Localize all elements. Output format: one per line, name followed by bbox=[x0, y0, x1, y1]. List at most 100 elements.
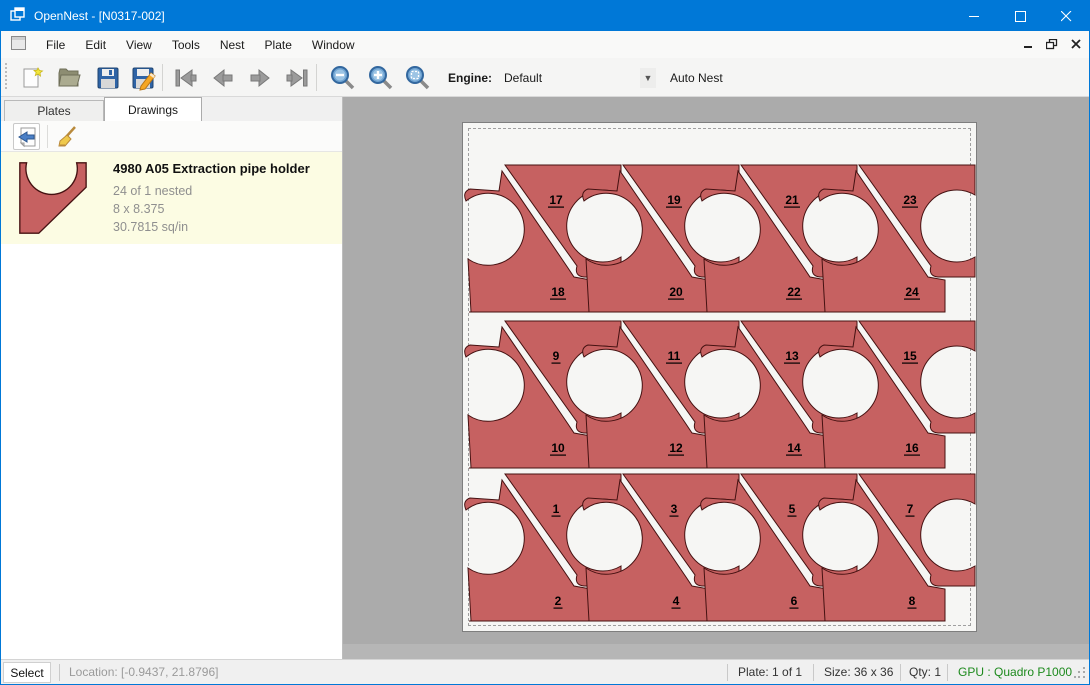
app-icon bbox=[10, 7, 26, 26]
part-number-underline bbox=[554, 608, 563, 609]
part-number-label: 12 bbox=[669, 441, 683, 455]
part-number-label: 16 bbox=[905, 441, 919, 455]
part-number-underline bbox=[788, 516, 797, 517]
auto-nest-button[interactable]: Auto Nest bbox=[670, 71, 723, 85]
mdi-close-icon[interactable] bbox=[1067, 35, 1085, 53]
window-title: OpenNest - [N0317-002] bbox=[34, 9, 165, 23]
arrow-right-icon bbox=[247, 67, 273, 89]
clean-button[interactable] bbox=[53, 123, 80, 150]
zoom-fit-button[interactable] bbox=[401, 61, 434, 94]
menu-bar: File Edit View Tools Nest Plate Window bbox=[1, 31, 1089, 58]
part-number-label: 10 bbox=[551, 441, 565, 455]
part-number-label: 3 bbox=[671, 502, 678, 516]
first-plate-button[interactable] bbox=[169, 61, 202, 94]
previous-plate-button[interactable] bbox=[206, 61, 239, 94]
drawing-nested-count: 24 of 1 nested bbox=[113, 182, 310, 200]
part-number-label: 2 bbox=[555, 594, 562, 608]
status-location: Location: [-0.9437, 21.8796] bbox=[69, 665, 218, 679]
zoom-out-icon bbox=[329, 64, 357, 92]
new-file-icon bbox=[19, 65, 45, 91]
part-number-underline bbox=[790, 608, 799, 609]
menu-view[interactable]: View bbox=[116, 33, 162, 57]
open-button[interactable] bbox=[53, 61, 86, 94]
toolbar-separator bbox=[47, 125, 48, 148]
part-number-underline bbox=[786, 455, 802, 456]
save-icon bbox=[95, 65, 121, 91]
part-number-underline bbox=[904, 299, 920, 300]
new-button[interactable] bbox=[15, 61, 48, 94]
tab-plates[interactable]: Plates bbox=[4, 100, 104, 121]
menu-nest[interactable]: Nest bbox=[210, 33, 255, 57]
import-drawing-button[interactable] bbox=[13, 123, 40, 150]
part-number-label: 18 bbox=[551, 285, 565, 299]
maximize-button[interactable] bbox=[997, 1, 1043, 31]
part-number-label: 24 bbox=[905, 285, 919, 299]
save-button[interactable] bbox=[91, 61, 124, 94]
minimize-button[interactable] bbox=[951, 1, 997, 31]
go-first-icon bbox=[173, 67, 199, 89]
part-number-underline bbox=[666, 207, 682, 208]
drawing-area: 30.7815 sq/in bbox=[113, 218, 310, 236]
part-number-underline bbox=[668, 299, 684, 300]
plate[interactable]: 171819202122232491011121314151612345678 bbox=[462, 122, 977, 632]
engine-combobox[interactable]: Default ▼ bbox=[498, 66, 656, 90]
part-number-label: 5 bbox=[789, 502, 796, 516]
broom-icon bbox=[55, 125, 79, 149]
open-folder-icon bbox=[56, 65, 84, 91]
zoom-in-button[interactable] bbox=[364, 61, 397, 94]
status-separator bbox=[59, 664, 60, 681]
part-number-label: 20 bbox=[669, 285, 683, 299]
title-bar: OpenNest - [N0317-002] bbox=[1, 1, 1089, 31]
menu-file[interactable]: File bbox=[36, 33, 75, 57]
status-size: Size: 36 x 36 bbox=[824, 665, 893, 679]
menu-tools[interactable]: Tools bbox=[162, 33, 210, 57]
tab-strip: Plates Drawings bbox=[1, 97, 342, 121]
resize-grip[interactable] bbox=[1074, 667, 1087, 683]
menu-edit[interactable]: Edit bbox=[75, 33, 116, 57]
chevron-down-icon[interactable]: ▼ bbox=[640, 68, 656, 88]
app-window: OpenNest - [N0317-002] File Edit View To… bbox=[0, 0, 1090, 685]
status-gpu: GPU : Quadro P1000 bbox=[958, 665, 1072, 679]
part-number-label: 21 bbox=[785, 193, 799, 207]
menu-plate[interactable]: Plate bbox=[255, 33, 302, 57]
part-number-underline bbox=[906, 516, 915, 517]
menu-window[interactable]: Window bbox=[302, 33, 365, 57]
part-number-label: 23 bbox=[903, 193, 917, 207]
status-plate: Plate: 1 of 1 bbox=[738, 665, 802, 679]
part-number-underline bbox=[786, 299, 802, 300]
status-mode: Select bbox=[3, 662, 51, 683]
part-number-label: 13 bbox=[785, 349, 799, 363]
part-number-underline bbox=[666, 363, 682, 364]
zoom-in-icon bbox=[367, 64, 395, 92]
part-number-underline bbox=[670, 516, 679, 517]
zoom-out-button[interactable] bbox=[326, 61, 359, 94]
drawing-list-item[interactable]: 4980 A05 Extraction pipe holder 24 of 1 … bbox=[1, 152, 342, 244]
part-number-underline bbox=[550, 455, 566, 456]
arrow-left-icon bbox=[210, 67, 236, 89]
part-number-label: 1 bbox=[553, 502, 560, 516]
toolbar-separator bbox=[316, 64, 317, 91]
status-qty: Qty: 1 bbox=[909, 665, 941, 679]
part-number-label: 14 bbox=[787, 441, 801, 455]
status-separator bbox=[947, 664, 948, 681]
save-as-button[interactable] bbox=[127, 61, 160, 94]
save-as-icon bbox=[130, 65, 158, 91]
part-number-label: 9 bbox=[553, 349, 560, 363]
part-number-underline bbox=[668, 455, 684, 456]
part-thumbnail bbox=[9, 160, 101, 238]
toolbar-grip[interactable] bbox=[4, 63, 8, 91]
status-bar: Select Location: [-0.9437, 21.8796] Plat… bbox=[1, 659, 1089, 685]
drawing-title: 4980 A05 Extraction pipe holder bbox=[113, 161, 310, 176]
document-icon[interactable] bbox=[11, 36, 26, 53]
last-plate-button[interactable] bbox=[280, 61, 313, 94]
nest-canvas[interactable]: 171819202122232491011121314151612345678 bbox=[343, 97, 1090, 659]
mdi-restore-icon[interactable] bbox=[1043, 35, 1061, 53]
next-plate-button[interactable] bbox=[243, 61, 276, 94]
part-number-underline bbox=[902, 363, 918, 364]
close-button[interactable] bbox=[1043, 1, 1089, 31]
mdi-minimize-icon[interactable] bbox=[1019, 35, 1037, 53]
part-number-label: 4 bbox=[673, 594, 680, 608]
side-panel: Plates Drawings 4980 A05 Extraction pipe… bbox=[1, 97, 343, 659]
tab-drawings[interactable]: Drawings bbox=[104, 97, 202, 121]
part-number-label: 6 bbox=[791, 594, 798, 608]
